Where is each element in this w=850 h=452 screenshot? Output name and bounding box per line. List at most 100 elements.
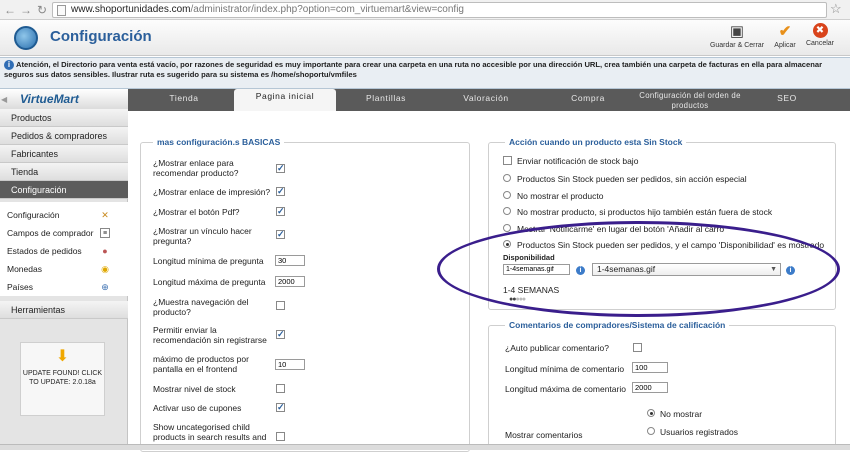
stock-option-label: No mostrar el producto [517,191,604,201]
row-label: Longitud máxima de comentario [505,384,626,394]
show-comments-option: Usuarios registrados [660,427,738,437]
row-label: Longitud mínima de pregunta [153,256,264,266]
tab-valoracion[interactable]: Valoración [438,91,534,111]
admin-header: Configuración ▣ Guardar & Cerrar ✔ Aplic… [0,20,850,56]
stock-option-label: No mostrar producto, si productos hijo t… [517,207,773,217]
sidebar-item-productos[interactable]: Productos [0,109,128,127]
row-label: Activar uso de cupones [153,403,242,413]
tab-bar: Tienda Pagina inicial Plantillas Valorac… [128,89,850,111]
sidebar-sub-campos[interactable]: Campos de comprador ≡ [0,224,128,242]
auto-publish-checkbox[interactable] [633,343,642,352]
stock-legend: Acción cuando un producto esta Sin Stock [505,137,687,147]
sidebar-sub-estados[interactable]: Estados de pedidos ● [0,242,128,260]
recommend-link-checkbox[interactable] [276,163,285,174]
download-arrow-icon: ⬇ [55,348,70,365]
stock-option-radio[interactable] [503,174,511,182]
tab-tienda[interactable]: Tienda [136,91,232,111]
uncategorised-checkbox[interactable] [276,432,285,441]
tab-pagina-inicial[interactable]: Pagina inicial [234,89,336,111]
bookmark-star-icon[interactable]: ☆ [830,1,842,17]
sub-label: Estados de pedidos [7,246,82,256]
row-label: Show uncategorised child products in sea… [153,422,267,442]
virtuemart-logo: ◀ VirtueMart [0,89,128,109]
row-label: máximo de productos por pantalla en el f… [153,354,249,374]
save-close-label: Guardar & Cerrar [709,42,765,49]
sub-label: Países [7,282,33,292]
stock-level-checkbox[interactable] [276,384,285,393]
show-comments-option: No mostrar [660,409,703,419]
print-link-checkbox[interactable] [276,186,285,197]
form-icon: ≡ [100,228,110,238]
sub-label: Campos de comprador [7,228,94,238]
url-path: /administrator/index.php?option=com_virt… [190,4,464,15]
row-label: Permitir enviar la recomendación sin reg… [153,325,267,345]
address-bar[interactable]: www.shoportunidades.com/administrator/in… [52,2,827,18]
highlight-oval [437,221,840,317]
max-question-length-input[interactable] [275,276,305,287]
max-comment-length-input[interactable] [632,382,668,393]
row-label: ¿Mostrar enlace de impresión? [153,187,271,197]
pdf-button-checkbox[interactable] [276,206,285,217]
sidebar-item-configuracion[interactable]: Configuración [0,181,128,199]
update-box[interactable]: ⬇ UPDATE FOUND! CLICK TO UPDATE: 2.0.18a [20,342,105,416]
cancel-icon: ✖ [812,23,828,38]
tab-seo[interactable]: SEO [752,91,822,111]
tools-icon: ✕ [101,210,109,220]
recommend-unregistered-checkbox[interactable] [276,329,285,340]
low-stock-notify-label: Enviar notificación de stock bajo [517,156,639,166]
collapse-arrow-icon[interactable]: ◀ [1,95,7,104]
ask-question-checkbox[interactable] [276,229,285,240]
basic-legend: mas configuración.s BASICAS [153,137,285,147]
forward-icon[interactable]: → [18,2,34,18]
apply-button[interactable]: ✔ Aplicar [771,23,799,49]
sidebar-sub-monedas[interactable]: Monedas ◉ [0,260,128,278]
show-comments-radio[interactable] [647,427,655,435]
reload-icon[interactable]: ↻ [34,2,50,18]
low-stock-notify-checkbox[interactable] [503,156,512,165]
status-icon: ● [102,246,108,256]
sidebar-item-tienda[interactable]: Tienda [0,163,128,181]
sidebar-item-herramientas[interactable]: Herramientas [0,301,128,319]
stock-option-label: Productos Sin Stock pueden ser pedidos, … [517,174,747,184]
stock-option-radio[interactable] [503,207,511,215]
row-label: ¿Mostrar el botón Pdf? [153,207,240,217]
stock-option-radio[interactable] [503,191,511,199]
max-products-input[interactable] [275,359,305,370]
warning-notice: i Atención, el Directorio para venta est… [0,57,850,89]
apply-label: Aplicar [774,42,796,49]
sidebar: ◀ VirtueMart Productos Pedidos & comprad… [0,89,128,450]
back-icon[interactable]: ← [2,2,18,18]
coins-icon: ◉ [101,264,109,274]
sub-label: Configuración [7,210,60,220]
globe-icon: ⊕ [101,282,109,292]
row-label: Mostrar nivel de stock [153,384,236,394]
row-label: Longitud máxima de pregunta [153,277,266,287]
sidebar-item-fabricantes[interactable]: Fabricantes [0,145,128,163]
row-label: ¿Auto publicar comentario? [505,343,609,353]
row-label: Longitud mínima de comentario [505,364,625,374]
row-label: ¿Mostrar enlace para recomendar producto… [153,158,239,178]
save-close-button[interactable]: ▣ Guardar & Cerrar [706,23,768,49]
coupons-checkbox[interactable] [276,402,285,413]
min-question-length-input[interactable] [275,255,305,266]
logo-text: VirtueMart [20,92,79,106]
sub-label: Monedas [7,264,42,274]
config-logo-icon [14,26,38,50]
tab-orden-productos[interactable]: Configuración del orden de productos [636,91,744,111]
show-comments-radio-selected[interactable] [647,409,655,417]
comments-legend: Comentarios de compradores/Sistema de ca… [505,320,730,330]
sidebar-item-pedidos[interactable]: Pedidos & compradores [0,127,128,145]
browser-toolbar: ← → ↻ www.shoportunidades.com/administra… [0,0,850,20]
tab-plantillas[interactable]: Plantillas [338,91,434,111]
tab-compra[interactable]: Compra [540,91,636,111]
product-nav-checkbox[interactable] [276,301,285,310]
save-icon: ▣ [729,23,745,40]
show-comments-label: Mostrar comentarios [505,430,583,440]
cancel-label: Cancelar [805,40,834,47]
min-comment-length-input[interactable] [632,362,668,373]
cancel-button[interactable]: ✖ Cancelar [803,23,837,47]
sidebar-sub-configuracion[interactable]: Configuración ✕ [0,206,128,224]
stock-option-radio[interactable] [503,224,511,232]
page-icon [57,5,66,16]
sidebar-sub-paises[interactable]: Países ⊕ [0,278,128,296]
